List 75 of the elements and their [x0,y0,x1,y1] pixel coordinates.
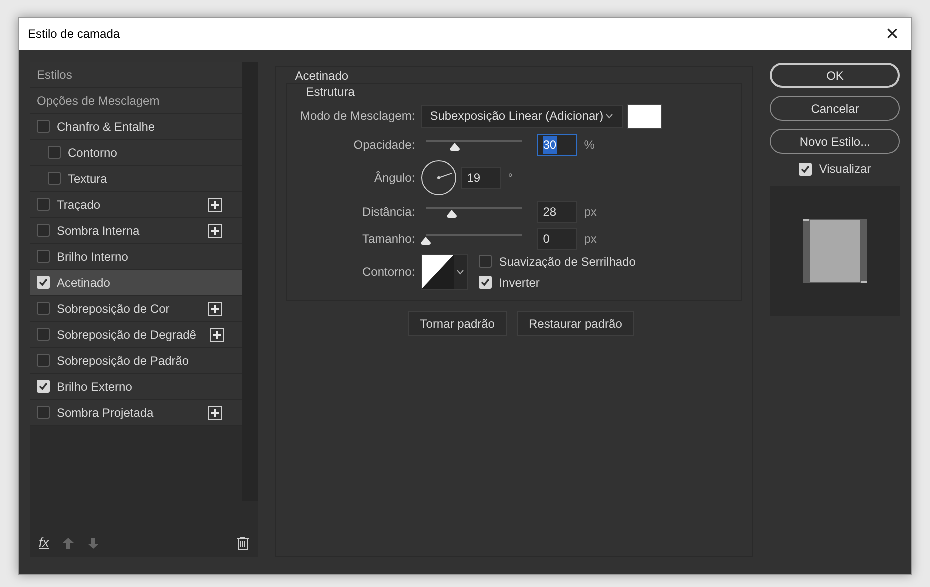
checkbox[interactable] [37,406,50,419]
style-list-item[interactable]: Contorno [30,140,242,166]
section-title: Acetinado [294,69,350,83]
unit-label: px [584,204,597,220]
field-label: Distância: [362,204,416,220]
preview-label: Visualizar [819,161,872,178]
checkbox[interactable] [37,276,50,289]
blend-mode-dropdown[interactable]: Subexposição Linear (Adicionar) [421,104,624,128]
unit-label: % [584,136,595,154]
down-arrow-icon[interactable] [88,538,100,548]
style-list-item[interactable]: Sobreposição de Padrão [30,348,242,374]
field-label: Ângulo: [373,170,416,187]
style-list-item[interactable]: Chanfro & Entalhe [30,114,242,140]
angle-dial[interactable] [421,160,458,196]
dialog-button[interactable]: Novo Estilo... [770,129,900,154]
unit-label: px [584,230,597,248]
chevron-down-icon [457,270,464,274]
style-list-item[interactable]: Traçado [30,192,242,218]
checkbox[interactable] [479,255,492,268]
checkbox[interactable] [37,120,50,133]
style-list-item[interactable]: Brilho Externo [30,374,242,400]
style-list-item[interactable]: Opções de Mesclagem [30,88,242,114]
window-title: Estilo de camada [28,26,120,43]
dialog-button[interactable]: OK [770,63,900,88]
checkbox[interactable] [799,162,812,176]
trash-icon[interactable] [237,536,250,550]
style-list-item[interactable]: Sobreposição de Cor [30,296,242,322]
add-icon[interactable] [208,198,222,212]
style-list-item[interactable]: Sombra Projetada [30,400,242,426]
field-label: Contorno: [361,264,416,281]
style-list-item[interactable]: Sombra Interna [30,218,242,244]
color-swatch[interactable] [627,104,662,128]
checkbox[interactable] [37,380,50,393]
checkbox[interactable] [37,302,50,315]
number-field[interactable]: 28 [537,200,578,222]
checkbox[interactable] [479,276,492,289]
checkbox[interactable] [37,250,50,263]
style-list-item[interactable]: Sobreposição de Degradê [30,322,242,348]
scrollbar[interactable] [242,62,258,501]
add-icon[interactable] [208,406,222,420]
group-title: Estrutura [305,84,356,101]
unit-label: ° [508,170,513,187]
slider-thumb[interactable] [447,210,458,218]
checkbox[interactable] [37,198,50,211]
field-label: Tamanho: [361,230,416,248]
field-label: Modo de Mesclagem: [299,108,416,125]
default-button[interactable]: Restaurar padrão [516,311,634,336]
option-label: Inverter [499,274,540,292]
checkbox[interactable] [37,224,50,237]
default-button[interactable]: Tornar padrão [408,311,507,336]
checkbox[interactable] [37,354,50,367]
style-list-item[interactable]: Acetinado [30,270,242,296]
number-field[interactable]: 0 [537,228,578,250]
number-field[interactable]: 19 [461,167,502,189]
slider-thumb[interactable] [450,143,460,151]
close-button[interactable]: × [882,23,903,45]
dialog-button[interactable]: Cancelar [770,96,900,121]
option-label: Suavização de Serrilhado [499,254,636,270]
style-list-item[interactable]: Brilho Interno [30,244,242,270]
checkbox[interactable] [37,328,50,341]
slider-thumb[interactable] [421,237,432,245]
number-field[interactable]: 30 [537,134,578,156]
add-icon[interactable] [208,224,222,238]
up-arrow-icon[interactable] [63,538,74,548]
chevron-down-icon [606,114,613,118]
fx-button[interactable]: fx [39,533,50,553]
preview-thumbnail [803,219,868,283]
field-label: Opacidade: [352,136,416,154]
add-icon[interactable] [208,302,222,316]
style-list-item[interactable]: Textura [30,166,242,192]
style-list-item[interactable]: Estilos [30,62,242,88]
checkbox[interactable] [48,146,61,159]
add-icon[interactable] [210,328,224,342]
contour-picker[interactable] [421,254,468,290]
checkbox[interactable] [48,172,61,185]
